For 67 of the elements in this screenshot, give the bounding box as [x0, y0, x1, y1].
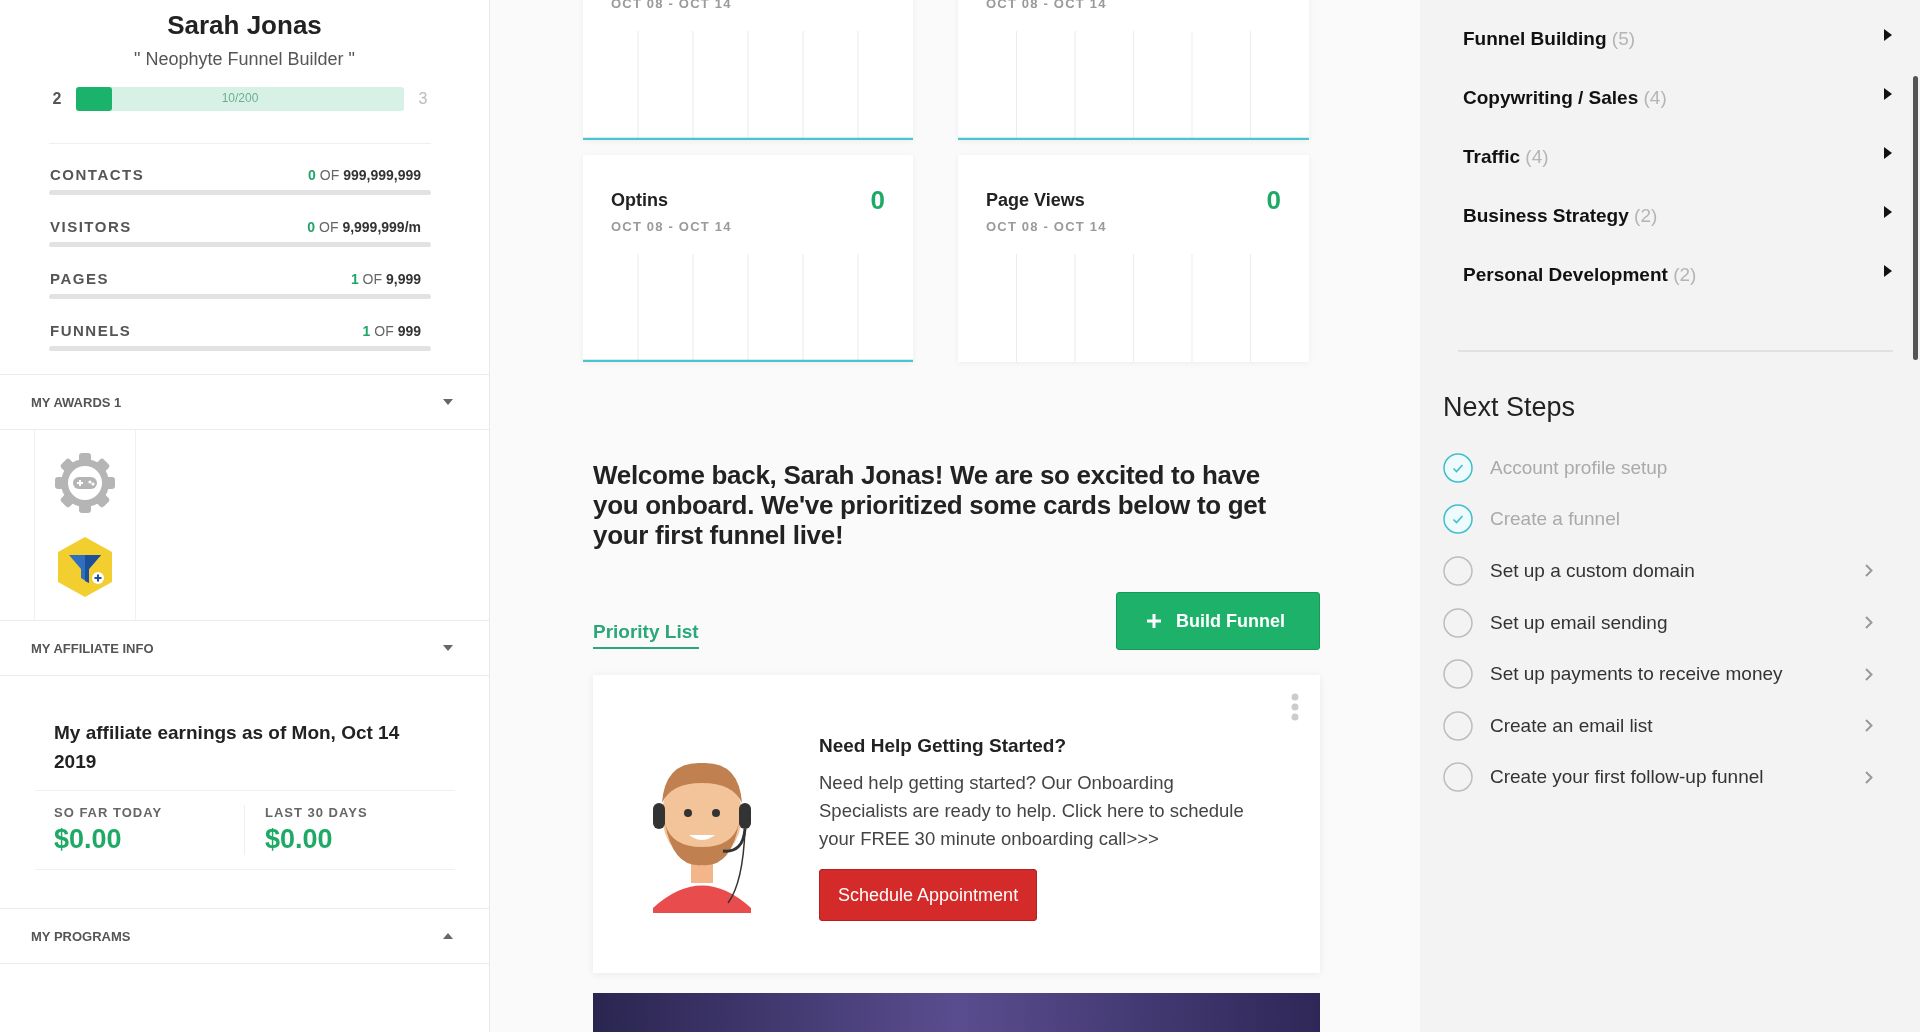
step-label[interactable]: Set up a custom domain [1490, 560, 1865, 582]
chevron-right-icon [1865, 616, 1873, 630]
category-item[interactable]: Copywriting / Sales (4) [1463, 68, 1893, 127]
earnings-label: SO FAR TODAY [54, 805, 164, 820]
level-number: 3 [417, 90, 429, 108]
section-title: MY PROGRAMS [31, 928, 131, 944]
usage-label: VISITORS [50, 218, 132, 235]
section-header[interactable]: MY AFFILIATE INFO [0, 620, 489, 676]
stat-value: 0 [1266, 185, 1281, 216]
checkbox[interactable] [1443, 452, 1473, 483]
usage-label: CONTACTS [50, 166, 145, 183]
step-label[interactable]: Set up email sending [1490, 611, 1865, 634]
checkbox[interactable] [1443, 710, 1473, 741]
category-item[interactable]: Traffic (4) [1463, 127, 1893, 186]
date-range: OCT 08 - OCT 14 [985, 218, 1108, 234]
earnings-amount: $0.00 [265, 824, 334, 855]
caret-icon [1884, 28, 1892, 41]
next-steps-heading: Next Steps [1443, 392, 1577, 423]
schedule-appointment-button[interactable]: Schedule Appointment [819, 869, 1038, 921]
earnings-heading: My affiliate earnings as of Mon, Oct 14 2019 [53, 721, 401, 774]
caret-icon [1884, 264, 1892, 277]
step-label[interactable]: Set up payments to receive money [1490, 663, 1865, 686]
step-label[interactable]: Create your first follow-up funnel [1490, 766, 1865, 789]
chevron-right-icon [1865, 564, 1873, 578]
category-item[interactable]: Funnel Building (5) [1463, 9, 1893, 68]
stat-title: Optins [611, 190, 668, 211]
chevron-right-icon [1865, 770, 1873, 784]
plus-icon [1146, 613, 1162, 629]
user-name: Sarah Jonas [166, 10, 323, 41]
chevron-right-icon [1865, 719, 1873, 733]
caret-icon [1884, 87, 1892, 100]
usage-label: PAGES [50, 270, 109, 287]
checkbox[interactable] [1443, 504, 1473, 535]
stat-value: 0 [870, 185, 885, 216]
checkbox[interactable] [1443, 659, 1473, 690]
section-header[interactable]: MY AWARDS 1 [0, 374, 489, 430]
category-item[interactable]: Personal Development (2) [1463, 245, 1893, 304]
usage-value: 0 OF 999,999,999 [308, 167, 421, 183]
caret-icon [1884, 205, 1892, 218]
checkbox[interactable] [1443, 762, 1473, 793]
usage-value: 0 OF 9,999,999/m [307, 219, 421, 235]
earnings-amount: $0.00 [54, 824, 123, 855]
section-header[interactable]: MY PROGRAMS [0, 908, 489, 964]
section-title: MY AWARDS 1 [31, 394, 122, 410]
card-description: Need help getting started? Our Onboarding Specialists are ready to help. Click here to schedule your FREE 30 minute onboarding call>>> [819, 771, 1245, 851]
user-rank: " Neophyte Funnel Builder " [133, 49, 356, 70]
earnings-label: LAST 30 DAYS [265, 805, 369, 820]
checkbox[interactable] [1443, 556, 1473, 586]
gear-badge-icon [54, 452, 116, 514]
date-range: OCT 08 - OCT 14 [610, 218, 733, 234]
chevron-right-icon [1865, 667, 1873, 681]
usage-label: FUNNELS [50, 322, 132, 339]
progress-label: 10/200 [220, 91, 260, 105]
funnel-badge-icon [56, 536, 114, 598]
stat-title: Page Views [986, 190, 1085, 211]
scrollbar[interactable] [1913, 76, 1918, 360]
card-title: Need Help Getting Started? [819, 735, 1068, 757]
usage-value: 1 OF 9,999 [350, 271, 421, 287]
section-title: MY AFFILIATE INFO [31, 640, 154, 656]
usage-value: 1 OF 999 [362, 323, 421, 339]
more-options-icon[interactable] [1291, 693, 1299, 721]
caret-icon [1884, 146, 1892, 159]
welcome-message: Welcome back, Sarah Jonas! We are so excited to have you onboard. We've prioritized some cards below to get your first funnel live! [593, 460, 1267, 550]
category-item[interactable]: Business Strategy (2) [1463, 186, 1893, 245]
checkbox[interactable] [1443, 607, 1473, 638]
level-number: 2 [51, 90, 63, 108]
step-label[interactable]: Create an email list [1490, 714, 1865, 737]
